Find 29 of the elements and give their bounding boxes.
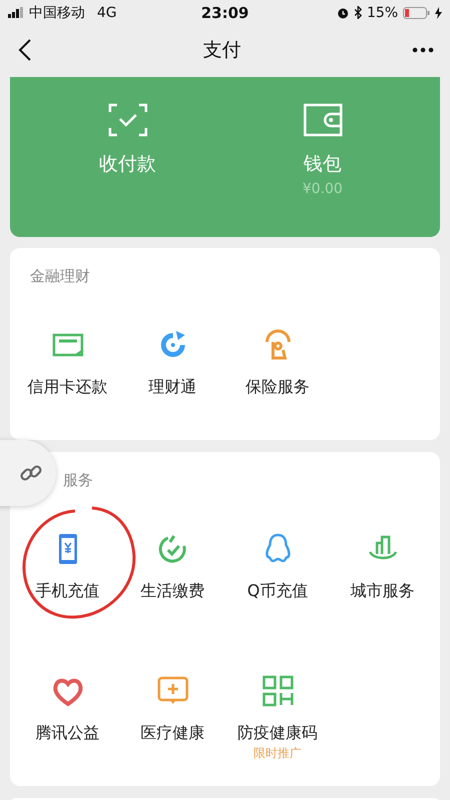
- wallet-icon: [302, 103, 342, 137]
- battery-percent: 15%: [366, 4, 398, 20]
- scan-check-icon: [108, 103, 148, 137]
- alarm-icon: [336, 6, 349, 18]
- service-item[interactable]: 理财通: [148, 375, 196, 399]
- service-item[interactable]: Q币充值: [247, 579, 308, 603]
- charging-icon: [435, 6, 442, 18]
- clock: 23:09: [201, 4, 249, 22]
- back-icon[interactable]: [18, 39, 32, 61]
- promo-tag: 限时推广: [254, 745, 302, 761]
- bluetooth-icon: [354, 6, 362, 19]
- signal-icon: [8, 7, 25, 18]
- service-item[interactable]: 腾讯公益: [36, 721, 100, 745]
- service-item[interactable]: 生活缴费: [140, 579, 204, 603]
- service-item[interactable]: 防疫健康码: [238, 721, 318, 745]
- network-type: 4G: [97, 4, 117, 20]
- service-item[interactable]: 城市服务: [350, 579, 414, 603]
- qr-code-icon: [260, 674, 294, 708]
- carrier: 中国移动: [29, 4, 85, 22]
- section-title: 金融理财: [30, 266, 90, 286]
- more-icon[interactable]: [412, 47, 434, 53]
- service-item[interactable]: 保险服务: [246, 375, 310, 399]
- battery-icon: [403, 6, 430, 18]
- service-item[interactable]: 信用卡还款: [28, 375, 108, 399]
- section-title: 服务: [63, 470, 93, 490]
- service-item[interactable]: 手机充值: [36, 579, 100, 603]
- balance: ¥0.00: [302, 181, 343, 197]
- page-title: 支付: [203, 38, 241, 63]
- service-item[interactable]: 医疗健康: [140, 721, 204, 745]
